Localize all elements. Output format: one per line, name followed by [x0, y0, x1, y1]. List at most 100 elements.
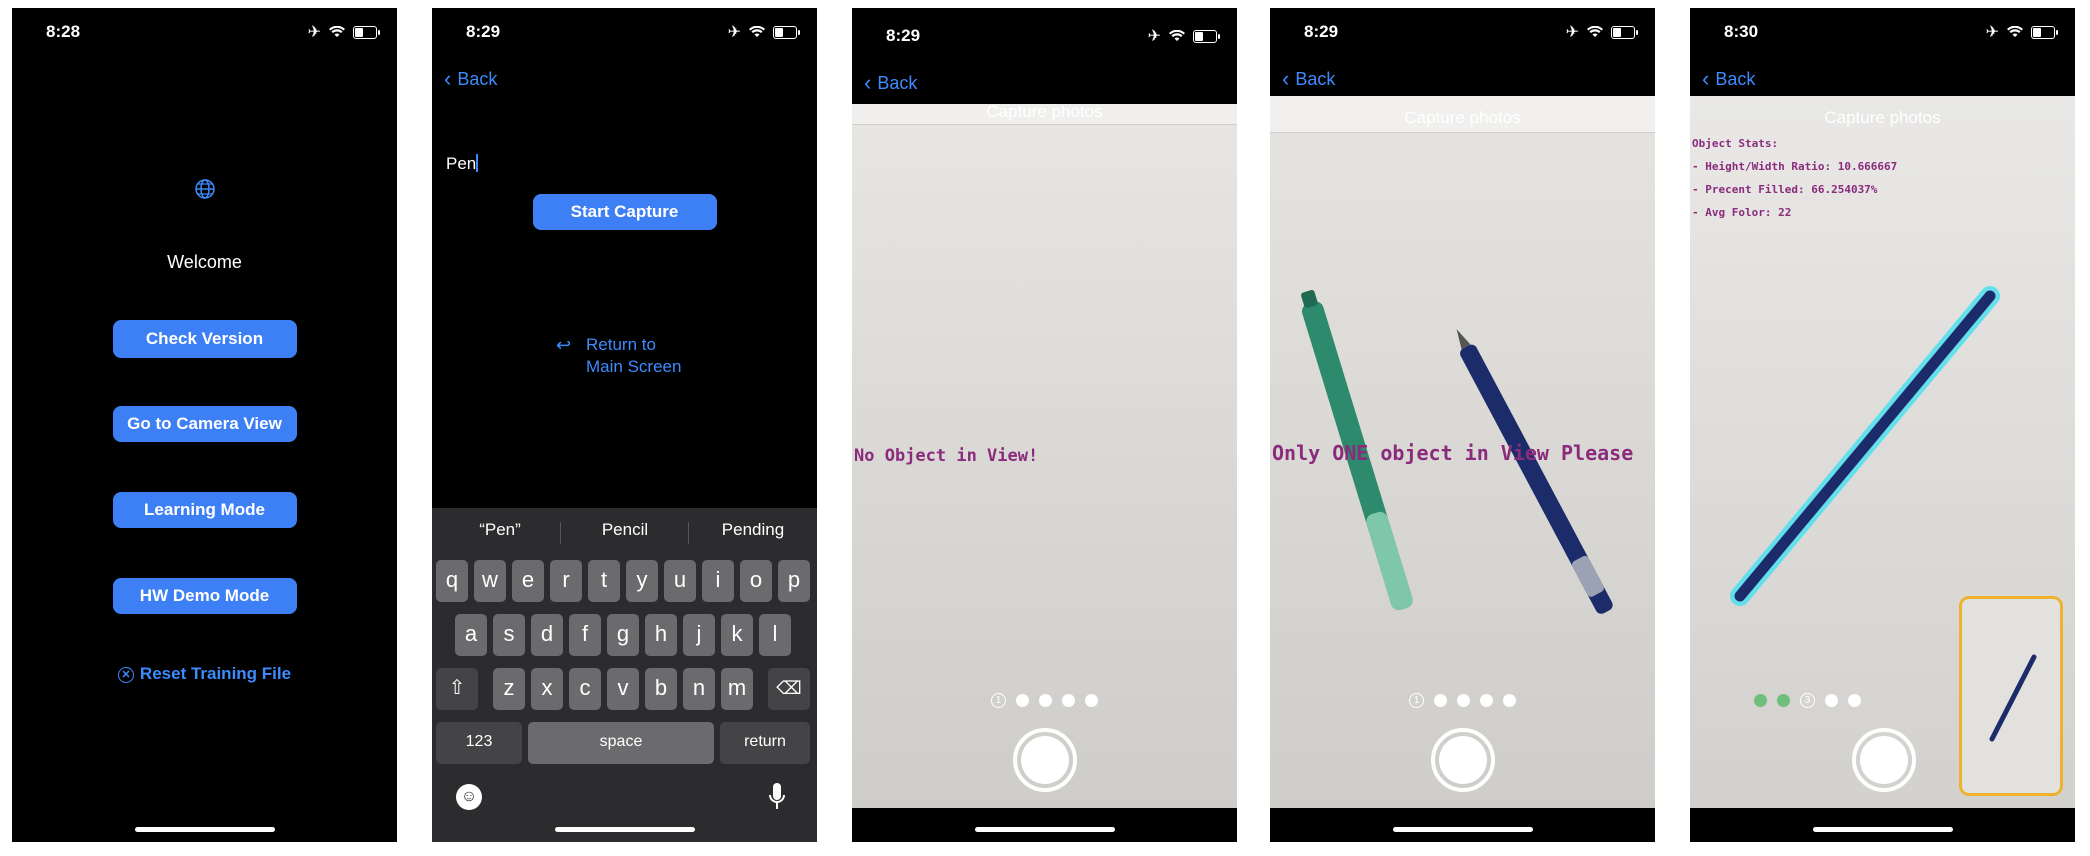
- key[interactable]: g: [607, 614, 639, 656]
- home-indicator: [554, 827, 695, 832]
- shutter-button[interactable]: [1430, 728, 1495, 792]
- start-capture-button[interactable]: Start Capture: [532, 194, 717, 230]
- key[interactable]: y: [626, 560, 658, 602]
- step-dot: [1062, 694, 1075, 707]
- chevron-left-icon: ‹: [864, 70, 872, 95]
- learning-mode-button[interactable]: Learning Mode: [112, 492, 297, 528]
- step-indicator: 1: [1409, 693, 1424, 708]
- key[interactable]: z: [493, 668, 525, 710]
- key[interactable]: r: [550, 560, 582, 602]
- airplane-icon: ✈: [1147, 28, 1161, 45]
- capture-progress: 3: [1690, 693, 1925, 708]
- stat-line: - Height/Width Ratio: 10.666667: [1692, 160, 1898, 173]
- stat-line: - Precent Filled: 66.254037%: [1692, 183, 1878, 196]
- status-time: 8:30: [1724, 22, 1759, 41]
- status-icons: ✈: [1565, 22, 1638, 42]
- key[interactable]: i: [702, 560, 734, 602]
- key[interactable]: c: [569, 668, 601, 710]
- key[interactable]: k: [721, 614, 753, 656]
- phone-screen-name-entry: 8:29 ✈ ‹ Back Pen Start Capture ↩ Return…: [432, 8, 817, 842]
- status-icons: ✈: [728, 22, 800, 42]
- key[interactable]: s: [493, 614, 525, 656]
- back-label: Back: [877, 72, 918, 93]
- airplane-icon: ✈: [1985, 24, 1999, 41]
- status-time: 8:29: [1304, 22, 1339, 41]
- key[interactable]: a: [455, 614, 487, 656]
- reset-training-file-button[interactable]: ✕ Reset Training File: [12, 664, 397, 684]
- key[interactable]: t: [588, 560, 620, 602]
- capture-thumbnail[interactable]: [1959, 596, 2063, 796]
- phone-screen-welcome: 8:28 ✈ Welcome Check Version Go to Camer…: [12, 8, 397, 842]
- capture-progress: 1: [852, 693, 1237, 708]
- status-time: 8:28: [46, 22, 81, 41]
- return-key[interactable]: return: [720, 722, 810, 764]
- key[interactable]: l: [759, 614, 791, 656]
- microphone-icon[interactable]: [768, 782, 786, 812]
- delete-key[interactable]: ⌫: [768, 668, 810, 710]
- key[interactable]: o: [740, 560, 772, 602]
- capture-title: Capture photos: [1824, 108, 1941, 127]
- status-icons: ✈: [1147, 26, 1220, 46]
- step-dot-completed: [1777, 694, 1790, 707]
- key[interactable]: p: [778, 560, 810, 602]
- home-indicator: [134, 827, 275, 832]
- back-button[interactable]: ‹ Back: [864, 70, 917, 96]
- back-button[interactable]: ‹ Back: [444, 66, 497, 92]
- step-dot: [1457, 694, 1470, 707]
- key[interactable]: b: [645, 668, 677, 710]
- shutter-button[interactable]: [1012, 728, 1077, 792]
- return-to-main-screen-button[interactable]: ↩ Return to Main Screen: [556, 334, 681, 378]
- status-bar: 8:30 ✈: [1690, 8, 2075, 58]
- back-button[interactable]: ‹ Back: [1702, 66, 1755, 92]
- status-bar: 8:29 ✈: [852, 8, 1237, 58]
- suggestion-divider: [688, 522, 689, 544]
- wifi-icon: [1587, 26, 1603, 37]
- shift-key[interactable]: ⇧: [436, 668, 478, 710]
- phone-screen-capture-stats: 8:30 ✈ ‹ Back Object Stats: - Height/Wid…: [1690, 8, 2075, 842]
- airplane-icon: ✈: [1565, 24, 1579, 41]
- key[interactable]: e: [512, 560, 544, 602]
- key[interactable]: u: [664, 560, 696, 602]
- emoji-icon[interactable]: ☺: [456, 784, 482, 810]
- chevron-left-icon: ‹: [1702, 66, 1710, 91]
- space-key[interactable]: space: [528, 722, 714, 764]
- back-label: Back: [1295, 68, 1336, 89]
- suggestion-3[interactable]: Pending: [693, 520, 813, 540]
- step-dot: [1434, 694, 1447, 707]
- hw-demo-mode-button[interactable]: HW Demo Mode: [112, 578, 297, 614]
- status-time: 8:29: [886, 26, 921, 45]
- shift-icon: ⇧: [448, 677, 466, 699]
- status-time: 8:29: [466, 22, 501, 41]
- battery-icon: [2031, 25, 2058, 39]
- thumbnail-pen-image: [1989, 654, 2037, 742]
- text-cursor: [476, 154, 479, 172]
- key[interactable]: v: [607, 668, 639, 710]
- key[interactable]: f: [569, 614, 601, 656]
- step-indicator: 3: [1800, 693, 1815, 708]
- shutter-button[interactable]: [1852, 728, 1916, 792]
- go-to-camera-view-button[interactable]: Go to Camera View: [112, 406, 297, 442]
- key[interactable]: x: [531, 668, 563, 710]
- key[interactable]: h: [645, 614, 677, 656]
- wifi-icon: [2007, 26, 2023, 37]
- close-circle-icon: ✕: [117, 667, 134, 683]
- numbers-key[interactable]: 123: [436, 722, 522, 764]
- airplane-icon: ✈: [307, 24, 321, 41]
- key[interactable]: d: [531, 614, 563, 656]
- object-name-input[interactable]: Pen: [446, 154, 479, 174]
- back-button[interactable]: ‹ Back: [1282, 66, 1335, 92]
- key[interactable]: q: [436, 560, 468, 602]
- suggestion-1[interactable]: “Pen”: [440, 520, 560, 540]
- key[interactable]: m: [721, 668, 753, 710]
- return-label-line1: Return to: [586, 335, 656, 354]
- back-label: Back: [457, 68, 498, 89]
- suggestion-2[interactable]: Pencil: [565, 520, 685, 540]
- step-dot-completed: [1754, 694, 1767, 707]
- key[interactable]: w: [474, 560, 506, 602]
- check-version-button[interactable]: Check Version: [112, 320, 297, 358]
- globe-icon: [195, 179, 215, 199]
- battery-icon: [1193, 29, 1220, 43]
- step-dot: [1085, 694, 1098, 707]
- key[interactable]: n: [683, 668, 715, 710]
- key[interactable]: j: [683, 614, 715, 656]
